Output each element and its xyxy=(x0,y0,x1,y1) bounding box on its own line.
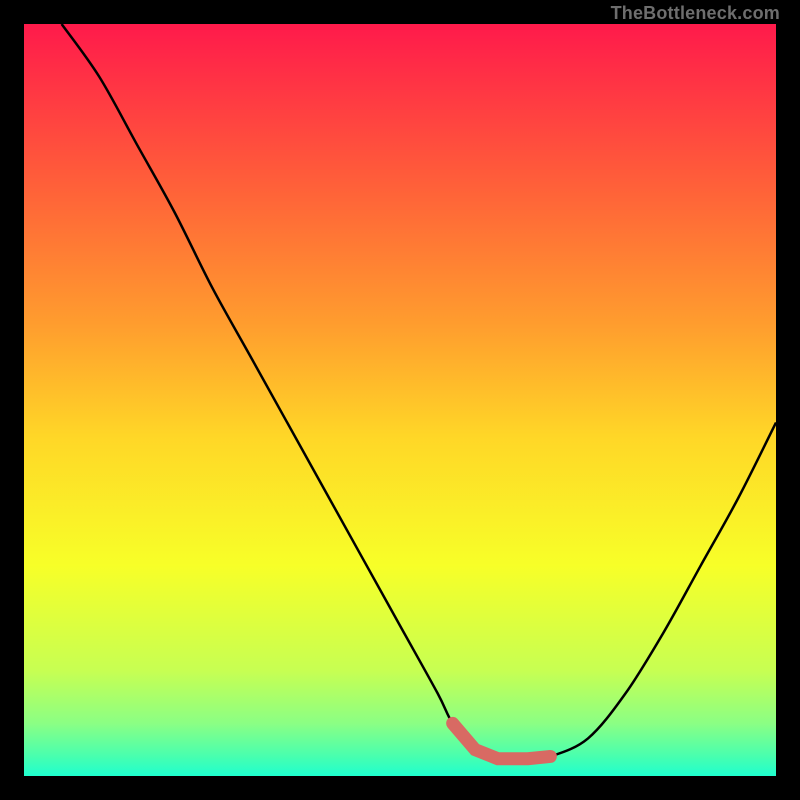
plot-area xyxy=(24,24,776,776)
watermark-text: TheBottleneck.com xyxy=(611,3,780,24)
optimal-highlight-segment xyxy=(24,24,776,776)
chart-container: TheBottleneck.com xyxy=(0,0,800,800)
